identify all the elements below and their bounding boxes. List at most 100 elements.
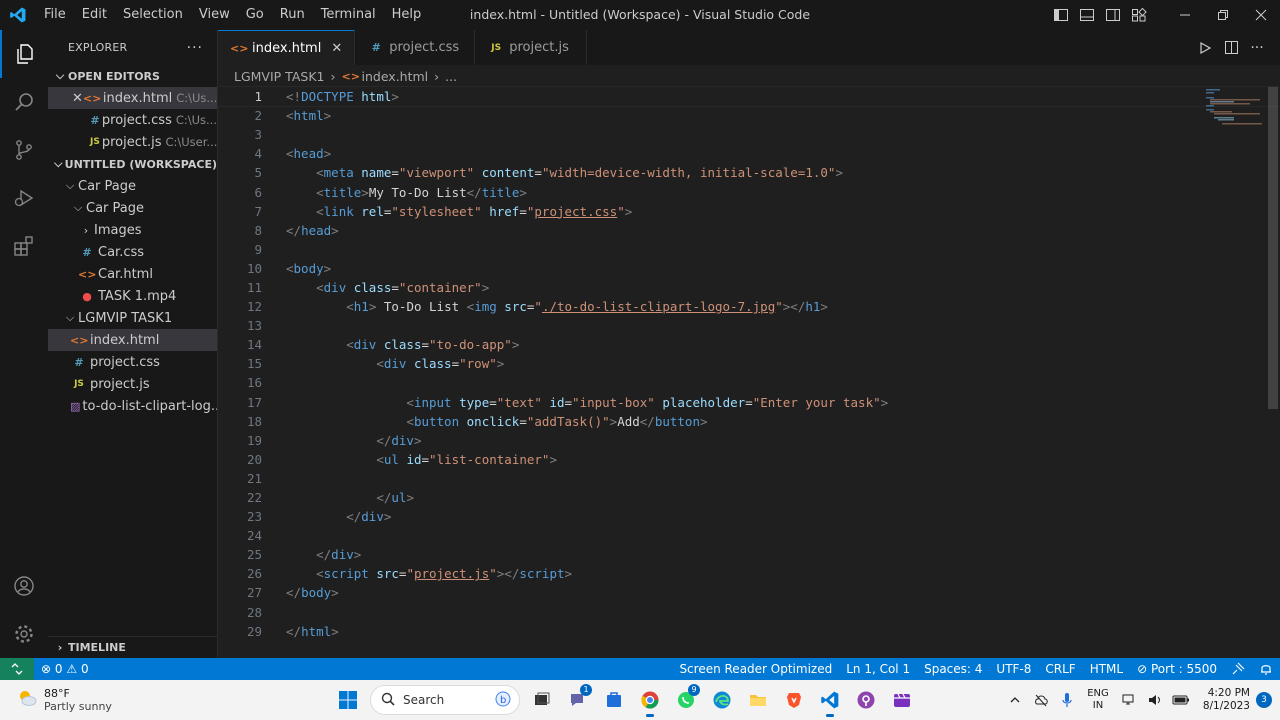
file-todo-clipart-jpg[interactable]: ▨ to-do-list-clipart-log... [48, 395, 217, 417]
taskbar-search-box[interactable]: Search b [370, 685, 520, 715]
menu-go[interactable]: Go [238, 0, 272, 30]
code-line[interactable]: 26 <script src="project.js"></script> [218, 564, 1280, 583]
customize-layout-icon[interactable] [1126, 0, 1152, 30]
menu-help[interactable]: Help [384, 0, 430, 30]
code-line[interactable]: 29 </html> [218, 622, 1280, 641]
code-line[interactable]: 22 </ul> [218, 488, 1280, 507]
split-editor-icon[interactable] [1218, 40, 1244, 55]
code-line[interactable]: 17 <input type="text" id="input-box" pla… [218, 393, 1280, 412]
whatsapp-icon[interactable]: 9 [668, 680, 704, 720]
code-line[interactable]: 23 </div> [218, 507, 1280, 526]
brave-icon[interactable] [776, 680, 812, 720]
code-line[interactable]: 7 <link rel="stylesheet" href="project.c… [218, 202, 1280, 221]
code-line[interactable]: 6 <title>My To-Do List</title> [218, 182, 1280, 201]
menu-run[interactable]: Run [272, 0, 313, 30]
code-line[interactable]: 25 </div> [218, 545, 1280, 564]
chevron-up-icon[interactable] [1002, 680, 1028, 720]
toggle-primary-sidebar-icon[interactable] [1048, 0, 1074, 30]
code-line[interactable]: 27 </body> [218, 583, 1280, 602]
indentation[interactable]: Spaces: 4 [917, 658, 989, 680]
close-window-icon[interactable] [1242, 0, 1280, 30]
code-line[interactable]: 20 <ul id="list-container"> [218, 450, 1280, 469]
remote-indicator-icon[interactable] [0, 658, 34, 680]
vertical-scrollbar[interactable] [1266, 87, 1280, 658]
search-icon[interactable] [0, 78, 48, 126]
code-line[interactable]: 9 [218, 240, 1280, 259]
code-line[interactable]: 15 <div class="row"> [218, 354, 1280, 373]
cursor-position[interactable]: Ln 1, Col 1 [839, 658, 917, 680]
vscode-taskbar-icon[interactable] [812, 680, 848, 720]
breadcrumb-file[interactable]: index.html [362, 69, 429, 84]
code-line[interactable]: 1 <!DOCTYPE html> [217, 85, 1280, 108]
code-line[interactable]: 19 </div> [218, 431, 1280, 450]
task-view-icon[interactable] [524, 680, 560, 720]
code-line[interactable]: 10 <body> [218, 259, 1280, 278]
live-server-port[interactable]: ⊘ Port : 5500 [1130, 658, 1224, 680]
run-debug-icon[interactable] [0, 174, 48, 222]
code-line[interactable]: 5 <meta name="viewport" content="width=d… [218, 163, 1280, 182]
code-line[interactable]: 14 <div class="to-do-app"> [218, 335, 1280, 354]
tab-project-css[interactable]: # project.css [355, 30, 476, 65]
source-control-icon[interactable] [0, 126, 48, 174]
problems-indicator[interactable]: ⊗ 0 ⚠ 0 [34, 658, 96, 680]
code-line[interactable]: 28 [218, 603, 1280, 622]
notifications-bell-icon[interactable] [1252, 658, 1280, 680]
run-play-icon[interactable] [1192, 41, 1218, 55]
system-clock[interactable]: 4:20 PM 8/1/2023 [1194, 687, 1250, 713]
microphone-icon[interactable] [1054, 680, 1080, 720]
tab-project-js[interactable]: JS project.js [475, 30, 588, 65]
extensions-icon[interactable] [0, 222, 48, 270]
code-line[interactable]: 11 <div class="container"> [218, 278, 1280, 297]
menu-file[interactable]: File [36, 0, 74, 30]
code-editor[interactable]: 1 <!DOCTYPE html> 2 <html> 3 4 <head> 5 <meta n… [217, 85, 1280, 658]
restore-icon[interactable] [1204, 0, 1242, 30]
open-editor-project-js[interactable]: JS project.js C:\User... [48, 131, 217, 153]
explorer-icon[interactable] [0, 30, 48, 78]
menu-terminal[interactable]: Terminal [313, 0, 384, 30]
workspace-section[interactable]: ⌵ UNTITLED (WORKSPACE) [48, 153, 217, 175]
toggle-panel-icon[interactable] [1074, 0, 1100, 30]
code-line[interactable]: 24 [218, 526, 1280, 545]
volume-icon[interactable] [1142, 680, 1168, 720]
toggle-secondary-sidebar-icon[interactable] [1100, 0, 1126, 30]
folder-lgmvip-task1[interactable]: ⌵ LGMVIP TASK1 [48, 307, 217, 329]
end-of-line[interactable]: CRLF [1038, 658, 1082, 680]
microsoft-store-icon[interactable] [596, 680, 632, 720]
menu-edit[interactable]: Edit [74, 0, 115, 30]
file-task1-mp4[interactable]: ● TASK 1.mp4 [48, 285, 217, 307]
code-line[interactable]: 12 <h1> To-Do List <img src="./to-do-lis… [218, 297, 1280, 316]
file-project-js[interactable]: JS project.js [48, 373, 217, 395]
tab-index-html[interactable]: <> index.html ✕ [218, 30, 356, 65]
code-line[interactable]: 16 [218, 373, 1280, 392]
close-tab-icon[interactable]: ✕ [331, 41, 342, 56]
minimap[interactable] [1206, 87, 1266, 127]
more-actions-icon[interactable]: ··· [187, 40, 203, 56]
code-line[interactable]: 18 <button onclick="addTask()">Add</butt… [218, 412, 1280, 431]
folder-car-page-inner[interactable]: ⌵ Car Page [48, 197, 217, 219]
open-editors-section[interactable]: ⌵ OPEN EDITORS [48, 65, 217, 87]
code-line[interactable]: 8 </head> [218, 221, 1280, 240]
folder-images[interactable]: › Images [48, 219, 217, 241]
open-editor-index-html[interactable]: ✕ <> index.html C:\Us... [48, 87, 217, 109]
manage-gear-icon[interactable] [0, 610, 48, 658]
scrollbar-thumb[interactable] [1268, 87, 1278, 409]
minimize-icon[interactable] [1166, 0, 1204, 30]
open-editor-project-css[interactable]: # project.css C:\Us... [48, 109, 217, 131]
podcast-app-icon[interactable] [848, 680, 884, 720]
network-icon[interactable] [1116, 680, 1142, 720]
weather-widget[interactable]: 88°F Partly sunny [0, 687, 200, 713]
file-project-css[interactable]: # project.css [48, 351, 217, 373]
encoding[interactable]: UTF-8 [989, 658, 1038, 680]
timeline-section[interactable]: › TIMELINE [48, 636, 217, 658]
notification-center-badge[interactable]: 3 [1256, 692, 1272, 708]
breadcrumb-symbol[interactable]: ... [445, 69, 457, 84]
input-language[interactable]: ENG IN [1080, 688, 1116, 712]
language-mode[interactable]: HTML [1083, 658, 1130, 680]
teams-chat-icon[interactable]: 1 [560, 680, 596, 720]
breadcrumb-folder[interactable]: LGMVIP TASK1 [234, 69, 325, 84]
file-index-html[interactable]: <> index.html [48, 329, 217, 351]
code-line[interactable]: 2 <html> [218, 106, 1280, 125]
clipchamp-icon[interactable] [884, 680, 920, 720]
code-line[interactable]: 3 [218, 125, 1280, 144]
menu-selection[interactable]: Selection [115, 0, 191, 30]
